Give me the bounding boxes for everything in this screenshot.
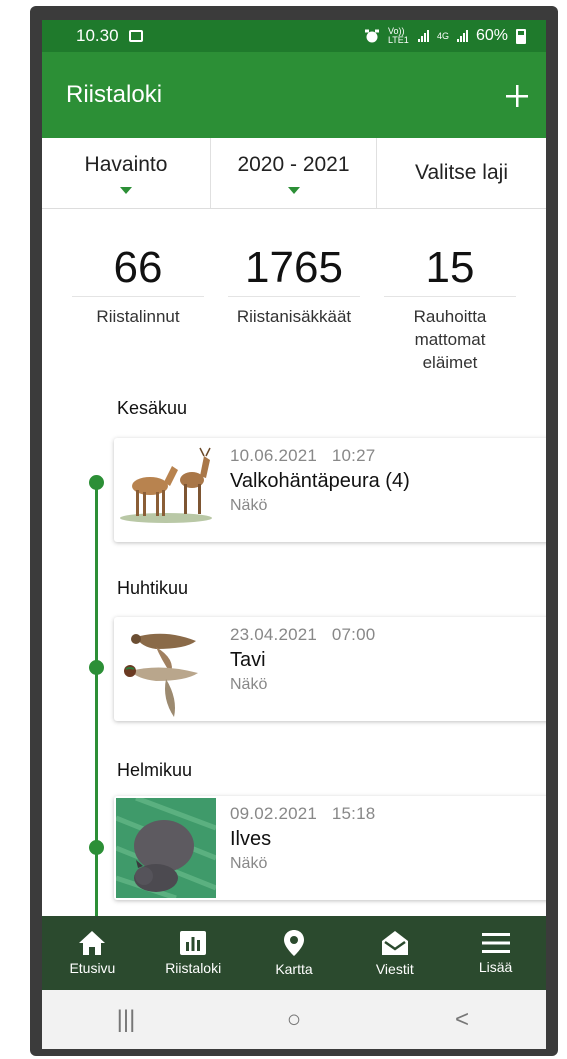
- entry-date: 23.04.2021: [230, 625, 318, 644]
- entry-timestamp: 09.02.2021 15:18: [230, 804, 375, 824]
- plus-icon[interactable]: [506, 77, 528, 113]
- lynx-photo: [116, 798, 216, 898]
- system-nav-bar: ||| ○ <: [42, 990, 546, 1049]
- nav-riistaloki[interactable]: Riistaloki: [143, 916, 244, 990]
- entry-text: 23.04.2021 07:00 Tavi Näkö: [230, 625, 375, 694]
- signal-icon: [417, 30, 429, 42]
- list-item[interactable]: 23.04.2021 07:00 Tavi Näkö: [114, 617, 546, 721]
- entry-text: 10.06.2021 10:27 Valkohäntäpeura (4) Näk…: [230, 446, 410, 515]
- chevron-down-icon: [120, 186, 132, 194]
- stat-label: Rauhoitta mattomat eläimet: [413, 307, 487, 372]
- entry-species: Valkohäntäpeura (4): [230, 470, 410, 492]
- nav-home[interactable]: Etusivu: [42, 916, 143, 990]
- nav-label: Riistaloki: [165, 960, 222, 976]
- status-left: 10.30: [76, 26, 143, 46]
- entry-type: Näkö: [230, 676, 268, 693]
- status-time: 10.30: [76, 26, 119, 45]
- entry-timestamp: 10.06.2021 10:27: [230, 446, 410, 466]
- bottom-nav: Etusivu Riistaloki Kartta Viestit Lisää: [42, 916, 546, 990]
- stat-value: 1765: [228, 240, 360, 297]
- entry-date: 10.06.2021: [230, 446, 318, 465]
- status-right: Vo)) LTE1 4G 60%: [364, 27, 526, 45]
- stats-summary: 66 Riistalinnut 1765 Riistanisäkkäät 15 …: [42, 240, 546, 380]
- entry-text: 09.02.2021 15:18 Ilves Näkö: [230, 804, 375, 873]
- teal-duck-image: [116, 619, 216, 719]
- gallery-icon: [128, 30, 143, 42]
- month-heading: Kesäkuu: [117, 398, 188, 418]
- stat-label: Riistalinnut: [96, 307, 180, 326]
- stat-label: Riistanisäkkäät: [236, 307, 352, 326]
- entry-time: 07:00: [331, 625, 376, 644]
- map-pin-icon: [283, 930, 304, 956]
- nav-more[interactable]: Lisää: [445, 916, 546, 990]
- menu-icon: [481, 933, 510, 953]
- filter-season[interactable]: 2020 - 2021: [210, 138, 377, 208]
- battery-percent: 60%: [475, 27, 508, 44]
- stat-birds: 66 Riistalinnut: [66, 240, 210, 328]
- list-item[interactable]: 10.06.2021 10:27 Valkohäntäpeura (4) Näk…: [114, 438, 546, 542]
- entry-type: Näkö: [230, 497, 268, 514]
- stat-mammals: 1765 Riistanisäkkäät: [222, 240, 366, 328]
- nav-label: Etusivu: [69, 960, 116, 976]
- nav-label: Lisää: [478, 959, 513, 975]
- deer-image: [116, 440, 216, 540]
- phone-frame: 10.30 Vo)) LTE1 4G 60% Riistaloki Havain…: [30, 6, 558, 1056]
- stat-unprotected: 15 Rauhoitta mattomat eläimet: [378, 240, 522, 374]
- gen-label: 4G: [436, 30, 449, 41]
- nav-messages[interactable]: Viestit: [344, 916, 445, 990]
- entry-species: Tavi: [230, 649, 266, 671]
- month-heading: Helmikuu: [117, 760, 193, 780]
- stat-value: 15: [384, 240, 516, 297]
- month-heading: Huhtikuu: [117, 578, 189, 598]
- app-bar: Riistaloki: [42, 52, 546, 138]
- envelope-open-icon: [381, 931, 408, 955]
- timeline-dot: [89, 475, 104, 490]
- network-label: Vo)) LTE1: [387, 26, 409, 45]
- entry-timestamp: 23.04.2021 07:00: [230, 625, 375, 645]
- list-item[interactable]: 09.02.2021 15:18 Ilves Näkö: [114, 796, 546, 900]
- page-title: Riistaloki: [66, 81, 163, 108]
- home-icon: [79, 931, 106, 955]
- chevron-down-icon: [287, 186, 300, 194]
- entry-time: 15:18: [331, 804, 376, 823]
- bar-chart-icon: [180, 931, 207, 955]
- entry-species: Ilves: [230, 828, 272, 850]
- signal-icon-2: [456, 30, 468, 42]
- alarm-icon: [364, 29, 379, 43]
- filter-species[interactable]: Valitse laji: [377, 138, 546, 208]
- back-button[interactable]: <: [432, 1006, 492, 1034]
- filter-category-label: Havainto: [84, 152, 168, 176]
- screen: 10.30 Vo)) LTE1 4G 60% Riistaloki Havain…: [42, 20, 546, 1049]
- filter-row: Havainto 2020 - 2021 Valitse laji: [42, 138, 546, 209]
- entry-date: 09.02.2021: [230, 804, 318, 823]
- timeline-dot: [89, 840, 104, 855]
- filter-category[interactable]: Havainto: [42, 138, 210, 208]
- battery-icon: [516, 28, 526, 44]
- nav-map[interactable]: Kartta: [244, 916, 345, 990]
- nav-label: Viestit: [375, 961, 414, 977]
- recents-button[interactable]: |||: [96, 1006, 156, 1034]
- timeline-line: [95, 482, 98, 942]
- nav-label: Kartta: [275, 961, 313, 977]
- status-bar: 10.30 Vo)) LTE1 4G 60%: [42, 20, 546, 52]
- timeline-dot: [89, 660, 104, 675]
- filter-species-label: Valitse laji: [415, 161, 508, 184]
- home-button[interactable]: ○: [264, 1006, 324, 1034]
- entry-type: Näkö: [230, 855, 268, 872]
- entry-time: 10:27: [331, 446, 376, 465]
- filter-season-label: 2020 - 2021: [237, 152, 350, 176]
- stat-value: 66: [72, 240, 204, 297]
